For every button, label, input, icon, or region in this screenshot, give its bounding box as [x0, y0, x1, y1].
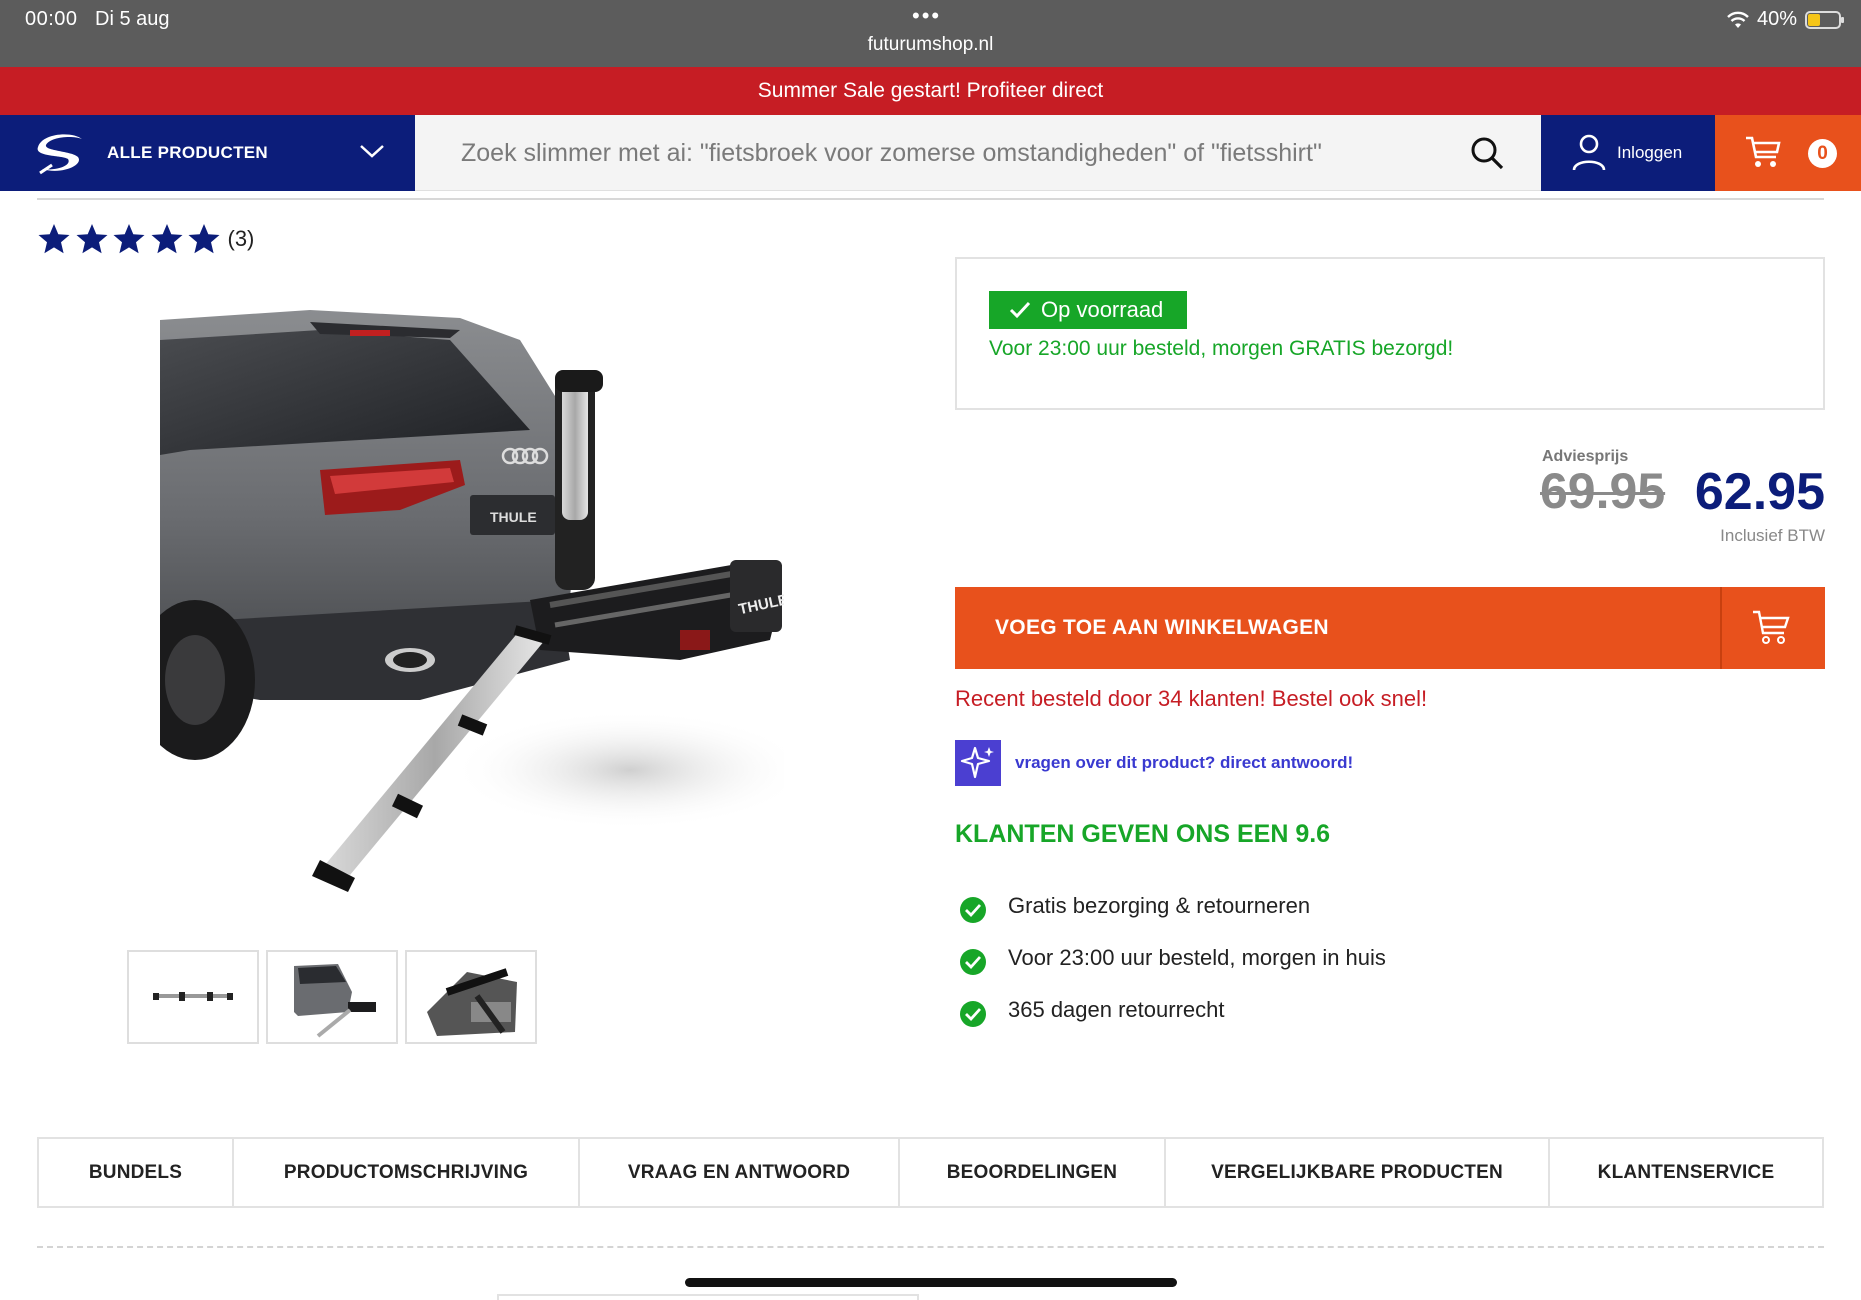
tab-bundels[interactable]: BUNDELS [39, 1139, 234, 1206]
usp-text: Gratis bezorging & retourneren [1008, 893, 1311, 918]
home-indicator[interactable] [685, 1278, 1177, 1287]
all-products-label: ALLE PRODUCTEN [107, 143, 268, 162]
tab-klantenservice[interactable]: KLANTENSERVICE [1550, 1139, 1822, 1206]
user-icon [1572, 134, 1606, 171]
star-icon [151, 224, 182, 254]
rating-stars [37, 222, 225, 256]
usp-list: Gratis bezorging & retourneren Voor 23:0… [955, 880, 1386, 1036]
next-section-peek [497, 1294, 919, 1300]
usp-text: Voor 23:00 uur besteld, morgen in huis [1008, 945, 1386, 970]
thumbnail-3-image [427, 968, 517, 1036]
site-header: ALLE PRODUCTEN Inloggen 0 [0, 115, 1861, 191]
usp-item: 365 dagen retourrecht [955, 984, 1386, 1036]
check-circle-icon [960, 1001, 986, 1027]
ai-question-link[interactable]: vragen over dit product? direct antwoord… [955, 740, 1353, 786]
status-time: 00:00 [25, 8, 78, 30]
thumbnail-1-image [153, 992, 233, 1001]
tab-vergelijkbare-producten[interactable]: VERGELIJKBARE PRODUCTEN [1166, 1139, 1550, 1206]
thumbnail-3[interactable] [405, 950, 537, 1044]
svg-text:THULE: THULE [490, 509, 537, 525]
sparkle-icon [955, 740, 1001, 786]
product-tabs: BUNDELS PRODUCTOMSCHRIJVING VRAAG EN ANT… [37, 1137, 1824, 1208]
status-date: Di 5 aug [95, 8, 170, 30]
cart-count-badge: 0 [1808, 139, 1837, 168]
address-bar-url[interactable]: futurumshop.nl [0, 34, 1861, 56]
ai-question-label[interactable]: vragen over dit product? direct antwoord… [1015, 753, 1353, 773]
star-icon [113, 224, 145, 254]
delivery-note: Voor 23:00 uur besteld, morgen GRATIS be… [989, 337, 1454, 360]
ios-status-bar: 00:00 Di 5 aug ••• futurumshop.nl 40% [0, 0, 1861, 67]
battery-icon [1805, 10, 1844, 29]
logo-icon[interactable] [32, 129, 88, 177]
star-icon [38, 224, 70, 254]
product-image[interactable]: THULE THULE [160, 300, 784, 900]
thumbnail-gallery [127, 950, 537, 1044]
divider [37, 1246, 1824, 1248]
cart-icon [1753, 610, 1790, 644]
check-icon [1009, 301, 1031, 319]
check-circle-icon [960, 897, 986, 923]
search-input[interactable] [415, 115, 1455, 191]
all-products-menu-button[interactable]: ALLE PRODUCTEN [0, 115, 415, 191]
login-label: Inloggen [1617, 143, 1683, 162]
search-bar [415, 115, 1541, 191]
customer-score-heading: KLANTEN GEVEN ONS EEN 9.6 [955, 820, 1331, 848]
check-circle-icon [960, 949, 986, 975]
cart-icon [1746, 136, 1781, 167]
divider [37, 198, 1824, 200]
add-to-cart-label: VOEG TOE AAN WINKELWAGEN [995, 616, 1329, 639]
in-stock-label: Op voorraad [1041, 297, 1164, 322]
vat-note: Inclusief BTW [1720, 526, 1825, 545]
divider [1720, 587, 1722, 669]
star-icon [76, 224, 107, 254]
thumbnail-1[interactable] [127, 950, 259, 1044]
search-icon[interactable] [1469, 135, 1505, 171]
thumbnail-2-image [294, 964, 376, 1038]
add-to-cart-button[interactable]: VOEG TOE AAN WINKELWAGEN [955, 587, 1825, 669]
cart-button[interactable]: 0 [1715, 115, 1861, 191]
star-icon [188, 224, 220, 254]
stock-status-panel: Op voorraad Voor 23:00 uur besteld, morg… [955, 257, 1825, 410]
usp-text: 365 dagen retourrecht [1008, 997, 1225, 1022]
promo-banner[interactable]: Summer Sale gestart! Profiteer direct [0, 67, 1861, 115]
review-count[interactable]: (3) [228, 226, 255, 252]
wifi-icon [1727, 11, 1749, 28]
tab-productomschrijving[interactable]: PRODUCTOMSCHRIJVING [234, 1139, 580, 1206]
thumbnail-2[interactable] [266, 950, 398, 1044]
usp-item: Gratis bezorging & retourneren [955, 880, 1386, 932]
product-rating[interactable]: (3) [37, 222, 254, 256]
tab-vraag-en-antwoord[interactable]: VRAAG EN ANTWOORD [580, 1139, 900, 1206]
old-price: 69.95 [1540, 463, 1666, 519]
login-button[interactable]: Inloggen [1541, 115, 1715, 191]
usp-item: Voor 23:00 uur besteld, morgen in huis [955, 932, 1386, 984]
status-indicators: 40% [1727, 8, 1844, 31]
current-price: 62.95 [1694, 463, 1825, 521]
recent-orders-note: Recent besteld door 34 klanten! Bestel o… [955, 686, 1428, 711]
chevron-down-icon [360, 145, 384, 158]
browser-menu-dots[interactable]: ••• [912, 3, 941, 29]
in-stock-badge: Op voorraad [989, 291, 1187, 329]
battery-percentage: 40% [1756, 8, 1797, 30]
tab-beoordelingen[interactable]: BEOORDELINGEN [900, 1139, 1166, 1206]
